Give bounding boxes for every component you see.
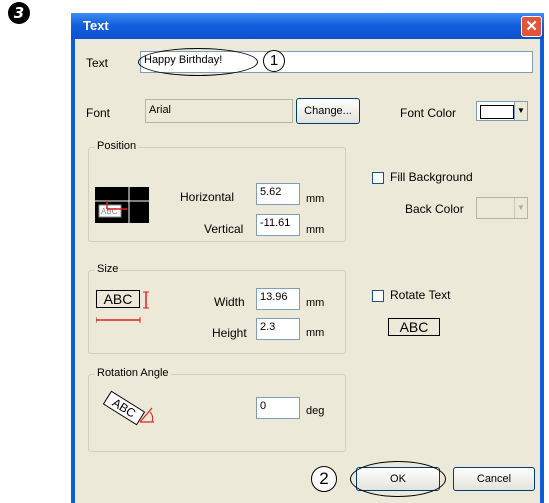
font-name-field: Arial — [145, 99, 293, 123]
callout-number-2: 2 — [311, 466, 337, 492]
text-label: Text — [86, 56, 109, 70]
width-label: Width — [214, 295, 245, 309]
position-diagram-icon: ABC — [95, 187, 149, 223]
font-label: Font — [86, 106, 111, 120]
callout-ellipse-ok — [350, 461, 446, 497]
width-unit: mm — [306, 297, 325, 309]
cancel-button[interactable]: Cancel — [453, 467, 535, 491]
fill-background-label: Fill Background — [390, 170, 473, 184]
position-group-label: Position — [95, 140, 139, 152]
rotation-angle-input[interactable]: 0 — [256, 397, 300, 419]
width-input[interactable]: 13.96 — [256, 288, 300, 310]
font-color-swatch — [480, 105, 514, 119]
rotate-text-checkbox[interactable] — [372, 290, 384, 302]
horizontal-unit: mm — [306, 193, 325, 205]
rotation-angle-unit: deg — [306, 405, 325, 417]
height-unit: mm — [306, 327, 325, 339]
vertical-unit: mm — [306, 224, 325, 236]
dialog-title: Text — [83, 18, 109, 33]
rotate-text-label: Rotate Text — [390, 288, 451, 302]
step-number-badge: 3 — [8, 2, 30, 24]
size-diagram-icon: ABC — [96, 290, 162, 326]
chevron-down-icon[interactable]: ▼ — [514, 102, 527, 120]
back-color-picker[interactable]: ▼ — [476, 197, 528, 219]
vertical-label: Vertical — [204, 222, 244, 236]
font-color-label: Font Color — [400, 106, 457, 120]
horizontal-input[interactable]: 5.62 — [256, 183, 300, 205]
horizontal-label: Horizontal — [180, 190, 235, 204]
callout-ellipse-text — [138, 48, 258, 76]
size-group-label: Size — [95, 263, 121, 275]
chevron-down-icon[interactable]: ▼ — [514, 198, 527, 218]
rotate-sample-text: ABC — [388, 318, 440, 336]
fill-background-checkbox[interactable] — [372, 172, 384, 184]
change-font-button[interactable]: Change... — [296, 98, 360, 124]
back-color-label: Back Color — [405, 202, 464, 216]
rotation-diagram-icon: ABC — [100, 388, 162, 436]
callout-number-1: 1 — [263, 50, 285, 72]
vertical-input[interactable]: -11.61 — [256, 214, 300, 236]
font-color-picker[interactable]: ▼ — [476, 101, 528, 121]
height-label: Height — [212, 326, 247, 340]
rotation-angle-group-label: Rotation Angle — [95, 367, 171, 379]
title-bar — [71, 13, 544, 39]
close-button[interactable]: ✕ — [521, 16, 542, 37]
height-input[interactable]: 2.3 — [256, 318, 300, 340]
